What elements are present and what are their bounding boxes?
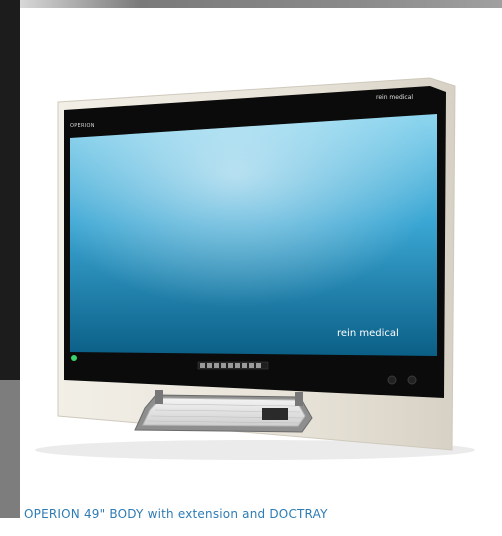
- screen-glow: [70, 114, 437, 356]
- front-panel-segments: [200, 363, 261, 368]
- touchpad: [262, 408, 288, 420]
- tray-hinge-left: [155, 390, 163, 404]
- brand-logo-screen: rein medical: [337, 328, 399, 339]
- control-button-icon: [387, 375, 397, 385]
- power-led-icon: [71, 355, 77, 361]
- image-caption: OPERION 49" BODY with extension and DOCT…: [24, 507, 328, 521]
- control-button-icon: [407, 375, 417, 385]
- tray-hinge-right: [295, 392, 303, 406]
- monitor-illustration: [35, 77, 475, 460]
- model-label: OPERION: [70, 123, 95, 129]
- brand-logo-top: rein medical: [376, 94, 414, 101]
